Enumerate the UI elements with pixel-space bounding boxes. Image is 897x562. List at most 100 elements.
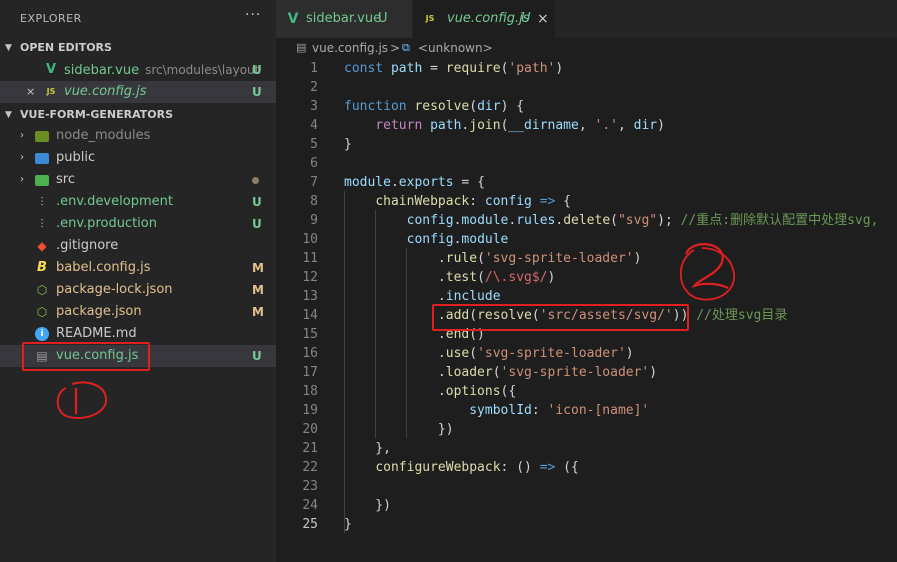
git-status-badge: M <box>252 283 264 297</box>
code-token: config <box>484 194 532 209</box>
babel-icon: B <box>37 260 47 275</box>
tree-item-gitignore[interactable]: ◆ .gitignore <box>0 235 276 257</box>
code-line[interactable]: const path = require('path') <box>344 59 563 78</box>
tree-item-label: .gitignore <box>56 238 119 253</box>
close-icon[interactable]: × <box>26 81 35 103</box>
code-token: : () <box>500 460 540 475</box>
breadcrumb-file[interactable]: vue.config.js <box>312 38 388 58</box>
open-editors-title: OPEN EDITORS <box>20 41 112 54</box>
node-modules-folder-icon <box>35 131 49 142</box>
tab-sidebar-vue[interactable]: V sidebar.vue U <box>276 0 412 38</box>
annotation-box-2 <box>432 304 689 331</box>
tree-item-label: .env.development <box>56 194 173 209</box>
js-file-icon: JS <box>46 87 56 96</box>
tree-item-public[interactable]: › public <box>0 147 276 169</box>
open-editors-section[interactable]: ▼ OPEN EDITORS <box>0 37 276 59</box>
tree-item-node-modules[interactable]: › node_modules <box>0 125 276 147</box>
code-token: : <box>531 403 548 418</box>
code-line[interactable]: .rule('svg-sprite-loader') <box>344 249 642 268</box>
line-number: 12 <box>302 270 318 285</box>
code-token: use <box>445 346 470 361</box>
line-number: 21 <box>302 441 318 456</box>
line-number: 22 <box>302 460 318 475</box>
code-token: symbolId <box>469 403 532 418</box>
code-line[interactable]: configureWebpack: () => ({ <box>344 458 579 477</box>
open-editor-item-active[interactable]: × JS vue.config.js U <box>0 81 276 103</box>
line-number: 17 <box>302 365 318 380</box>
code-token: loader <box>445 365 493 380</box>
code-line[interactable]: .loader('svg-sprite-loader') <box>344 363 657 382</box>
code-token: => <box>539 194 556 209</box>
code-token: } <box>344 137 352 152</box>
code-line[interactable]: }) <box>344 420 454 439</box>
code-line[interactable]: }) <box>344 496 391 515</box>
open-editor-item[interactable]: V sidebar.vue src\modules\layout U <box>0 59 276 81</box>
code-line[interactable]: } <box>344 515 352 534</box>
code-line[interactable]: } <box>344 135 352 154</box>
code-token: ( <box>469 346 478 361</box>
code-token: rules <box>516 213 556 228</box>
code-token: /\.svg$/ <box>484 270 548 285</box>
code-token: ( <box>477 251 485 266</box>
line-number: 6 <box>310 156 318 171</box>
project-section[interactable]: ▼ VUE-FORM-GENERATORS <box>0 104 276 126</box>
code-line[interactable]: symbolId: 'icon-[name]' <box>344 401 649 420</box>
git-icon: ◆ <box>37 239 47 253</box>
tab-vue-config-js[interactable]: JS vue.config.js U × <box>413 0 555 38</box>
code-token: include <box>445 289 501 304</box>
code-token: 'path' <box>508 61 556 76</box>
chevron-right-icon: › <box>20 174 24 185</box>
close-icon[interactable]: × <box>537 0 549 38</box>
code-token: join <box>469 118 501 133</box>
line-number: 11 <box>302 251 318 266</box>
line-number: 25 <box>302 517 318 532</box>
tree-item-env-production[interactable]: ⫶ .env.production U <box>0 213 276 235</box>
code-line[interactable]: }, <box>344 439 391 458</box>
line-number: 2 <box>310 80 318 95</box>
annotation-number-2 <box>679 243 735 301</box>
code-token: "svg" <box>617 213 658 228</box>
git-status-badge: U <box>378 11 388 26</box>
git-status-badge: U <box>252 85 262 99</box>
code-line[interactable]: config.module.rules.delete("svg"); //重点:… <box>344 211 879 230</box>
code-line[interactable]: config.module <box>344 230 509 249</box>
code-line[interactable]: .use('svg-sprite-loader') <box>344 344 634 363</box>
tree-item-label: .env.production <box>56 216 157 231</box>
code-line[interactable]: return path.join(__dirname, '.', dir) <box>344 116 665 135</box>
tree-item-package-lock[interactable]: ⬡ package-lock.json M <box>0 279 276 301</box>
code-editor[interactable]: 1 2 3 4 5 6 7 8 9 10 11 12 13 14 15 16 17 18 19 20 21 22 23 24 2… <box>276 58 897 562</box>
code-token: }) <box>344 498 391 513</box>
tree-item-babel-config[interactable]: B babel.config.js M <box>0 257 276 279</box>
code-token: delete <box>563 213 611 228</box>
code-line[interactable]: module.exports = { <box>344 173 485 192</box>
code-line[interactable]: chainWebpack: config => { <box>344 192 571 211</box>
line-number: 7 <box>310 175 318 190</box>
code-line[interactable]: .test(/\.svg$/) <box>344 268 555 287</box>
code-token: options <box>445 384 501 399</box>
code-token: . <box>344 270 446 285</box>
open-editor-path: src\modules\layout <box>145 63 260 77</box>
open-editor-name: vue.config.js <box>64 84 147 99</box>
line-number: 19 <box>302 403 318 418</box>
code-token: ( <box>469 99 478 114</box>
tree-item-env-development[interactable]: ⫶ .env.development U <box>0 191 276 213</box>
code-token: chainWebpack <box>375 194 470 209</box>
code-token: test <box>445 270 478 285</box>
annotation-box-1 <box>22 342 150 371</box>
code-line[interactable]: .options({ <box>344 382 516 401</box>
chevron-right-icon: › <box>20 152 24 163</box>
code-token: //重点:删除默认配置中处理svg, <box>680 213 879 228</box>
more-actions-icon[interactable]: ··· <box>245 7 261 23</box>
tree-item-src[interactable]: › src <box>0 169 276 191</box>
vue-file-icon: V <box>287 11 299 27</box>
code-token: module <box>461 232 509 247</box>
code-token: = { <box>453 175 485 190</box>
breadcrumb-symbol[interactable]: <unknown> <box>418 38 493 58</box>
code-token: //处理svg目录 <box>688 308 788 323</box>
tree-item-package-json[interactable]: ⬡ package.json M <box>0 301 276 323</box>
code-line[interactable]: function resolve(dir) { <box>344 97 524 116</box>
